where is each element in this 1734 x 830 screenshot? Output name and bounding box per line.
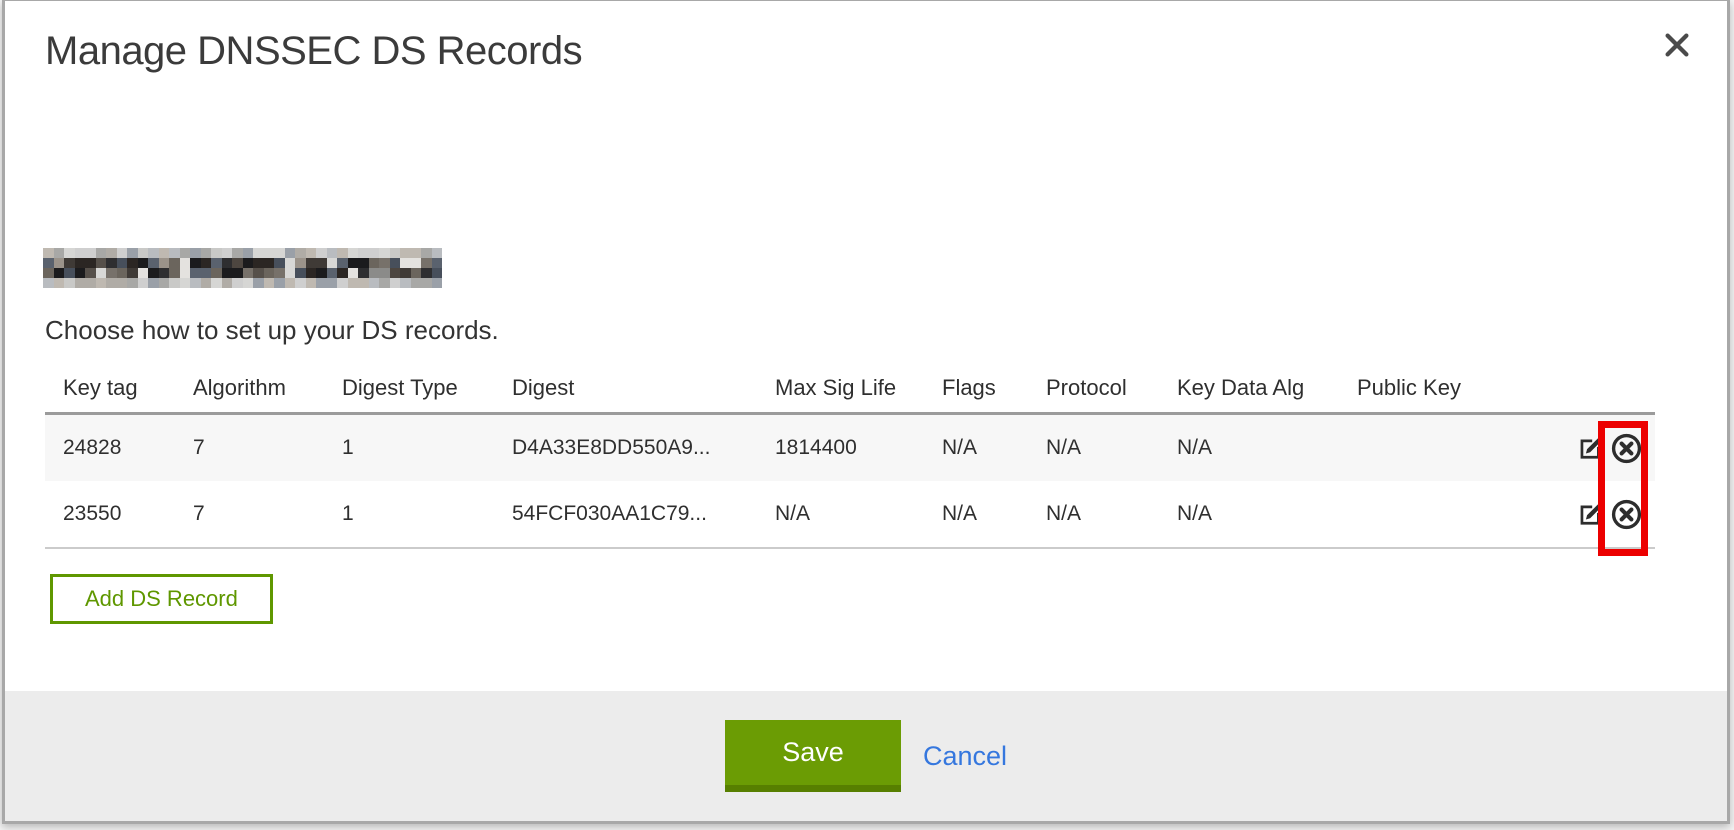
delete-record-button[interactable] <box>1611 433 1642 464</box>
add-ds-record-button[interactable]: Add DS Record <box>50 574 273 624</box>
cell-key-data-alg: N/A <box>1159 502 1339 526</box>
table-header-row: Key tag Algorithm Digest Type Digest Max… <box>45 363 1655 415</box>
modal-footer: Save Cancel <box>5 691 1727 821</box>
close-icon <box>1662 30 1692 60</box>
table-row: 24828 7 1 D4A33E8DD550A9... 1814400 N/A … <box>45 415 1655 481</box>
ds-records-table: Key tag Algorithm Digest Type Digest Max… <box>45 363 1655 549</box>
cell-flags: N/A <box>924 436 1028 460</box>
cell-protocol: N/A <box>1028 502 1159 526</box>
column-header-key-tag: Key tag <box>45 375 175 401</box>
cell-key-tag: 23550 <box>45 502 175 526</box>
cell-algorithm: 7 <box>175 502 324 526</box>
cell-key-data-alg: N/A <box>1159 436 1339 460</box>
close-button[interactable] <box>1657 25 1697 65</box>
manage-dnssec-modal: Manage DNSSEC DS Records Choose how to s… <box>2 0 1730 824</box>
page-title: Manage DNSSEC DS Records <box>45 29 582 74</box>
delete-x-circle-icon <box>1611 499 1642 530</box>
delete-x-circle-icon <box>1611 433 1642 464</box>
cell-digest-type: 1 <box>324 502 494 526</box>
cancel-link[interactable]: Cancel <box>923 741 1007 772</box>
cell-digest: 54FCF030AA1C79... <box>494 502 757 526</box>
save-button[interactable]: Save <box>725 720 901 792</box>
column-header-flags: Flags <box>924 375 1028 401</box>
instruction-text: Choose how to set up your DS records. <box>45 315 499 346</box>
edit-icon <box>1577 501 1604 528</box>
edit-icon <box>1577 435 1604 462</box>
cell-digest: D4A33E8DD550A9... <box>494 436 757 460</box>
column-header-algorithm: Algorithm <box>175 375 324 401</box>
cell-max-sig-life: 1814400 <box>757 436 924 460</box>
column-header-digest: Digest <box>494 375 757 401</box>
cell-max-sig-life: N/A <box>757 502 924 526</box>
column-header-protocol: Protocol <box>1028 375 1159 401</box>
delete-record-button[interactable] <box>1611 499 1642 530</box>
cell-algorithm: 7 <box>175 436 324 460</box>
cell-flags: N/A <box>924 502 1028 526</box>
edit-record-button[interactable] <box>1577 435 1604 462</box>
edit-record-button[interactable] <box>1577 501 1604 528</box>
redacted-domain-name <box>43 248 442 288</box>
cell-digest-type: 1 <box>324 436 494 460</box>
cell-protocol: N/A <box>1028 436 1159 460</box>
column-header-digest-type: Digest Type <box>324 375 494 401</box>
table-row: 23550 7 1 54FCF030AA1C79... N/A N/A N/A … <box>45 481 1655 547</box>
column-header-public-key: Public Key <box>1339 375 1527 401</box>
column-header-key-data-alg: Key Data Alg <box>1159 375 1339 401</box>
column-header-max-sig-life: Max Sig Life <box>757 375 924 401</box>
cell-key-tag: 24828 <box>45 436 175 460</box>
